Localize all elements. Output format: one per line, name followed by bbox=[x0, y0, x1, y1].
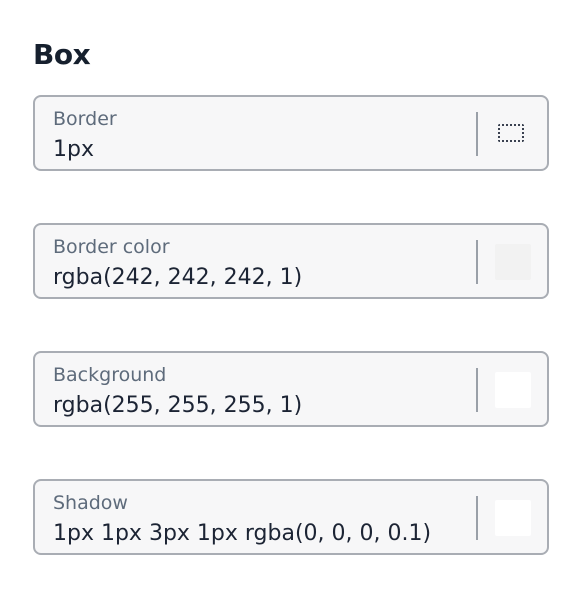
shadow-input[interactable] bbox=[53, 519, 441, 549]
border-style-button[interactable] bbox=[495, 116, 531, 152]
shadow-color-picker-button[interactable] bbox=[495, 500, 531, 536]
shadow-field-label: Shadow bbox=[53, 492, 128, 514]
border-color-field-divider bbox=[476, 240, 478, 284]
border-input[interactable] bbox=[53, 135, 441, 165]
background-color-swatch bbox=[495, 372, 531, 408]
border-color-field-label: Border color bbox=[53, 236, 170, 258]
background-input[interactable] bbox=[53, 391, 441, 421]
background-field-label: Background bbox=[53, 364, 167, 386]
border-field-divider bbox=[476, 112, 478, 156]
section-title-box: Box bbox=[33, 38, 91, 71]
background-color-picker-button[interactable] bbox=[495, 372, 531, 408]
shadow-field[interactable]: Shadow bbox=[33, 479, 549, 555]
shadow-color-swatch bbox=[495, 500, 531, 536]
border-color-input[interactable] bbox=[53, 263, 441, 293]
border-style-icon bbox=[498, 124, 524, 142]
border-color-swatch bbox=[495, 244, 531, 280]
border-field[interactable]: Border bbox=[33, 95, 549, 171]
border-color-field[interactable]: Border color bbox=[33, 223, 549, 299]
border-field-label: Border bbox=[53, 108, 117, 130]
shadow-field-divider bbox=[476, 496, 478, 540]
background-field[interactable]: Background bbox=[33, 351, 549, 427]
background-field-divider bbox=[476, 368, 478, 412]
border-color-picker-button[interactable] bbox=[495, 244, 531, 280]
